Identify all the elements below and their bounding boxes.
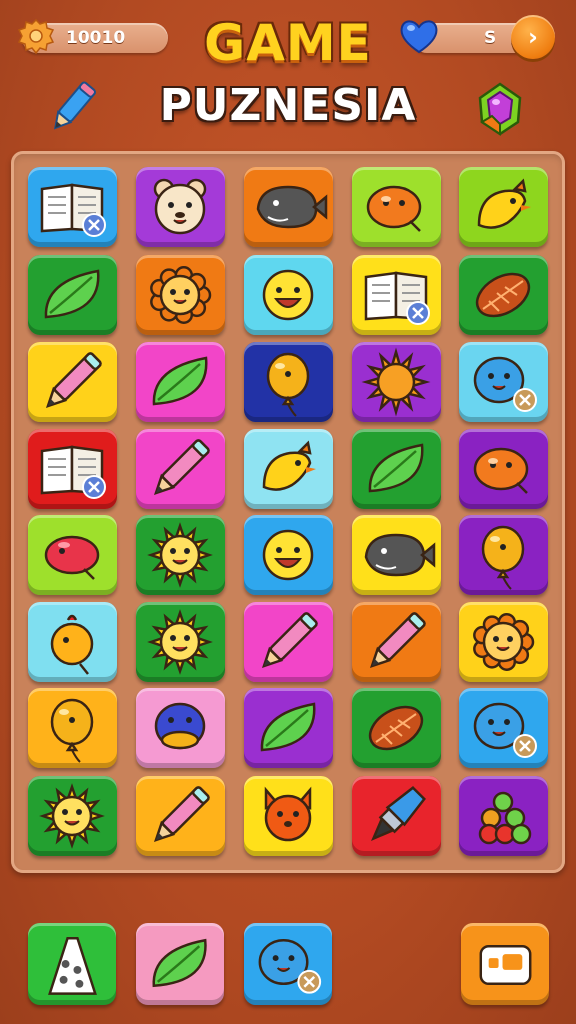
bottom-button-2[interactable]: [136, 923, 224, 1005]
tile-r1-c1[interactable]: [28, 167, 117, 247]
tile-r7-c4[interactable]: [352, 688, 441, 768]
tile-r1-c4[interactable]: [352, 167, 441, 247]
pencil-icon: [45, 352, 102, 409]
tile-r7-c2[interactable]: [136, 688, 225, 768]
bottom-button-4[interactable]: [461, 923, 549, 1005]
bird-icon: [477, 178, 531, 229]
bottom-button-3[interactable]: [244, 923, 332, 1005]
tile-r6-c3[interactable]: [244, 602, 333, 682]
tile-r3-c1[interactable]: [28, 342, 117, 422]
balloon-icon: [266, 352, 310, 417]
sun-face-icon: [147, 609, 213, 675]
fox-face-icon: [264, 786, 312, 842]
tile-r4-c1[interactable]: [28, 429, 117, 509]
sun-face-icon: [39, 783, 105, 849]
tile-r5-c3[interactable]: [244, 515, 333, 595]
tile-r4-c2[interactable]: [136, 429, 225, 509]
screen-icon: [479, 944, 532, 986]
fish-icon: [44, 535, 100, 580]
whale-icon: [364, 533, 436, 577]
tile-r1-c3[interactable]: [244, 167, 333, 247]
tile-r6-c4[interactable]: [352, 602, 441, 682]
tile-r1-c5[interactable]: [459, 167, 548, 247]
seed-icon: [475, 272, 531, 318]
tile-r7-c1[interactable]: [28, 688, 117, 768]
leaf-icon: [152, 938, 207, 988]
tile-r5-c2[interactable]: [136, 515, 225, 595]
pencil-icon[interactable]: [44, 78, 100, 138]
blob-face-icon: [473, 702, 537, 758]
pencil-icon: [153, 439, 210, 496]
sun-icon: [361, 347, 431, 417]
tile-r3-c5[interactable]: [459, 342, 548, 422]
tile-r3-c4[interactable]: [352, 342, 441, 422]
tile-r6-c5[interactable]: [459, 602, 548, 682]
tile-r3-c3[interactable]: [244, 342, 333, 422]
blob-icon: [473, 447, 529, 494]
balloon-icon: [50, 698, 94, 763]
tile-r5-c1[interactable]: [28, 515, 117, 595]
gem-shop-icon[interactable]: [472, 80, 528, 138]
puzzle-board: [11, 151, 565, 873]
fish-face-icon: [154, 702, 206, 750]
tile-r6-c2[interactable]: [136, 602, 225, 682]
tile-r8-c3[interactable]: [244, 776, 333, 856]
book-icon: [40, 183, 106, 237]
lion-face-icon: [150, 266, 212, 324]
leaf-icon: [44, 269, 100, 319]
tile-r2-c2[interactable]: [136, 255, 225, 335]
bottom-button-1[interactable]: [28, 923, 116, 1005]
tile-r7-c3[interactable]: [244, 688, 333, 768]
smiley-face-icon: [262, 269, 314, 321]
tile-r2-c1[interactable]: [28, 255, 117, 335]
tile-r8-c1[interactable]: [28, 776, 117, 856]
tile-r3-c2[interactable]: [136, 342, 225, 422]
tile-r6-c1[interactable]: [28, 602, 117, 682]
tile-r1-c2[interactable]: [136, 167, 225, 247]
smiley-face-icon: [262, 529, 314, 581]
seed-icon: [368, 705, 424, 751]
pencil-icon: [261, 612, 318, 669]
pencil-icon: [153, 786, 210, 843]
tile-r5-c5[interactable]: [459, 515, 548, 595]
balloon-icon: [481, 525, 525, 590]
tile-r4-c5[interactable]: [459, 429, 548, 509]
tile-r2-c4[interactable]: [352, 255, 441, 335]
whale-icon: [256, 185, 328, 229]
tile-r8-c2[interactable]: [136, 776, 225, 856]
blob-face-icon: [473, 356, 537, 412]
bird-icon: [262, 440, 316, 491]
blob-icon: [366, 185, 422, 232]
tile-r5-c4[interactable]: [352, 515, 441, 595]
pen-icon: [370, 786, 426, 842]
leaf-icon: [368, 443, 424, 493]
letter-a-icon: [48, 937, 97, 995]
chick-icon: [50, 614, 94, 675]
tile-r2-c3[interactable]: [244, 255, 333, 335]
tile-r8-c4[interactable]: [352, 776, 441, 856]
gems-icon: [478, 791, 532, 845]
tile-r4-c4[interactable]: [352, 429, 441, 509]
blob-face-icon: [258, 939, 322, 994]
sun-face-icon: [147, 522, 213, 588]
leaf-icon: [260, 702, 316, 752]
book-icon: [364, 271, 430, 325]
pencil-icon: [369, 612, 426, 669]
tile-r2-c5[interactable]: [459, 255, 548, 335]
leaf-icon: [152, 356, 208, 406]
tile-r8-c5[interactable]: [459, 776, 548, 856]
bear-face-icon: [153, 178, 207, 235]
tile-r7-c5[interactable]: [459, 688, 548, 768]
lion-face-icon: [473, 613, 535, 671]
tile-r4-c3[interactable]: [244, 429, 333, 509]
book-icon: [40, 445, 106, 499]
game-title: GAME: [204, 14, 372, 72]
